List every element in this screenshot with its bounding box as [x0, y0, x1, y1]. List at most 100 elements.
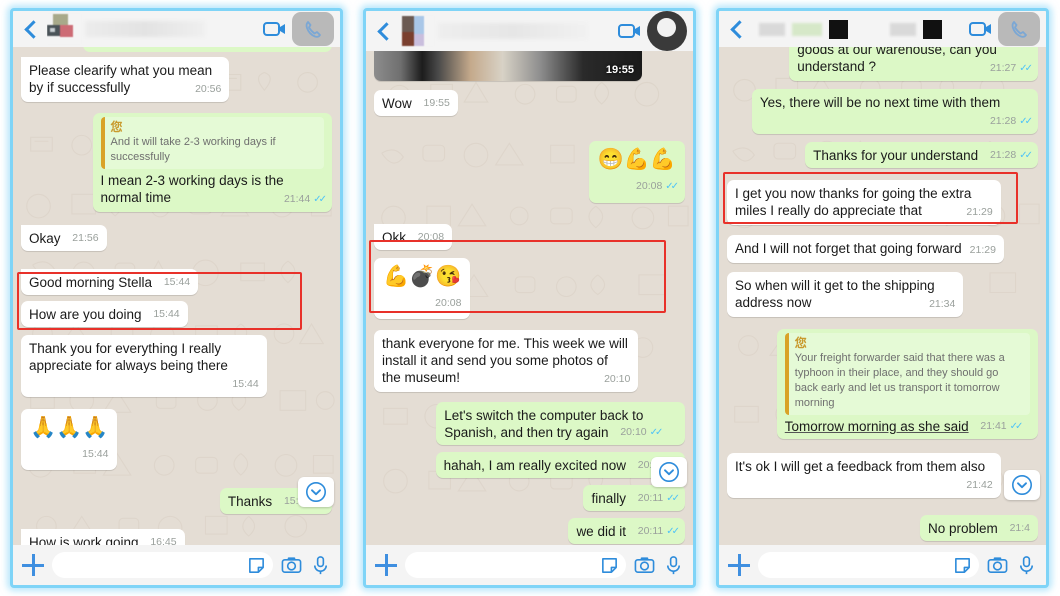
plus-icon[interactable]	[22, 554, 44, 576]
video-call-icon[interactable]	[617, 19, 643, 43]
message-bubble[interactable]: How is work going 16:45	[21, 529, 185, 545]
message-bubble[interactable]: hahah, I am really excited now 20:11 ✓✓	[435, 452, 685, 478]
message-row[interactable]: No problem 21:4	[727, 515, 1038, 541]
message-bubble[interactable]: we did it 20:11 ✓✓	[568, 518, 685, 544]
message-row-highlighted[interactable]: Thank you for everything I really apprec…	[21, 335, 332, 397]
message-bubble[interactable]: finally 20:11 ✓✓	[583, 485, 685, 511]
video-call-icon[interactable]	[262, 17, 288, 41]
photo-message[interactable]: 19:55	[374, 51, 642, 81]
back-chevron-icon[interactable]	[374, 20, 394, 42]
chat-body-1[interactable]: Please clearify what you mean by if succ…	[13, 47, 340, 545]
message-row[interactable]: It's ok I will get a feedback from them …	[727, 453, 1038, 498]
phone-screen-2: 19:55 Wow 19:55 😁💪💪 20:08 ✓✓ Okk 20:08 💪…	[363, 8, 696, 588]
message-bubble[interactable]: goods at our warehouse, can you understa…	[789, 47, 1038, 81]
message-row[interactable]: 🙏🙏🙏 15:44	[21, 409, 332, 470]
message-row[interactable]: Please clearify what you mean by if succ…	[21, 57, 332, 102]
chat-body-3[interactable]: goods at our warehouse, can you understa…	[719, 47, 1046, 545]
sticker-icon[interactable]	[600, 556, 619, 575]
chat-body-2[interactable]: 19:55 Wow 19:55 😁💪💪 20:08 ✓✓ Okk 20:08 💪…	[366, 51, 693, 545]
message-bubble[interactable]: Wow 19:55	[374, 90, 458, 116]
message-bubble[interactable]: Good morning Stella 15:44	[21, 269, 199, 295]
message-bubble-quoted[interactable]: 您 And it will take 2-3 working days if s…	[92, 113, 332, 212]
message-row[interactable]: How is work going 16:45	[21, 529, 332, 545]
header-actions-3	[968, 12, 1040, 46]
message-bubble-quoted[interactable]: 您 Your freight forwarder said that there…	[776, 329, 1038, 439]
video-call-icon[interactable]	[968, 17, 994, 41]
message-row[interactable]: we did it 20:11 ✓✓	[374, 518, 685, 544]
message-row[interactable]: Thanks 15:44 ✓✓	[21, 488, 332, 514]
quoted-reply[interactable]: 您 Your freight forwarder said that there…	[784, 333, 1030, 415]
message-bubble[interactable]: Let's switch the computer back to Spanis…	[436, 402, 685, 445]
message-row[interactable]: So when will it get to the shipping addr…	[727, 272, 1038, 317]
message-row[interactable]: finally 20:11 ✓✓	[374, 485, 685, 511]
read-receipt-icon: ✓✓	[666, 526, 680, 537]
message-row[interactable]: goods at our warehouse, can you understa…	[727, 47, 1038, 81]
message-bubble[interactable]: So when will it get to the shipping addr…	[727, 272, 964, 317]
camera-icon[interactable]	[634, 555, 655, 576]
message-bubble[interactable]: I get you now thanks for going the extra…	[727, 180, 1001, 225]
message-bubble[interactable]: Please clearify what you mean by if succ…	[21, 57, 230, 102]
message-text: And I will not forget that going forward	[735, 241, 962, 256]
microphone-icon[interactable]	[310, 555, 331, 576]
back-chevron-icon[interactable]	[727, 18, 747, 40]
message-row[interactable]: 😁💪💪 20:08 ✓✓	[374, 141, 685, 203]
message-row[interactable]: hahah, I am really excited now 20:11 ✓✓	[374, 452, 685, 478]
message-row[interactable]: Yes, there will be no next time with the…	[727, 89, 1038, 134]
phone-call-button[interactable]	[647, 11, 687, 51]
plus-icon[interactable]	[375, 554, 397, 576]
message-text: I mean 2-3 working days is the normal ti…	[100, 173, 284, 205]
message-row[interactable]: Okay 21:56	[21, 225, 332, 251]
message-bubble[interactable]: Thanks for your understand 21:28 ✓✓	[805, 142, 1038, 168]
message-row-highlighted[interactable]: thank everyone for me. This week we will…	[374, 330, 685, 392]
microphone-icon[interactable]	[663, 555, 684, 576]
scroll-to-bottom-button[interactable]	[1004, 470, 1040, 500]
scroll-to-bottom-button[interactable]	[298, 477, 334, 507]
sticker-icon[interactable]	[953, 556, 972, 575]
message-bubble[interactable]: And I will not forget that going forward…	[727, 235, 1004, 263]
quoted-reply[interactable]: 您 And it will take 2-3 working days if s…	[100, 117, 324, 169]
message-row[interactable]: 💪💣😘 20:08	[374, 258, 685, 319]
message-row[interactable]: 您 Your freight forwarder said that there…	[727, 329, 1038, 439]
message-bubble-emoji[interactable]: 🙏🙏🙏 15:44	[21, 409, 118, 470]
message-row[interactable]: And I will not forget that going forward…	[727, 235, 1038, 263]
message-row[interactable]: Good morning Stella 15:44	[21, 269, 332, 295]
phone-call-button[interactable]	[998, 12, 1040, 46]
scroll-to-bottom-button[interactable]	[651, 457, 687, 487]
message-bubble[interactable]: Thank you for everything I really apprec…	[21, 335, 267, 397]
microphone-icon[interactable]	[1016, 555, 1037, 576]
message-row[interactable]: 您 And it will take 2-3 working days if s…	[21, 113, 332, 212]
message-row[interactable]: How are you doing 15:44	[21, 301, 332, 327]
plus-icon[interactable]	[728, 554, 750, 576]
camera-icon[interactable]	[281, 555, 302, 576]
message-bubble[interactable]: Okay 21:56	[21, 225, 107, 251]
message-bubble[interactable]: It's ok I will get a feedback from them …	[727, 453, 1001, 498]
message-input[interactable]	[758, 552, 979, 578]
message-meta: 20:11 ✓✓	[638, 523, 680, 540]
camera-icon[interactable]	[987, 555, 1008, 576]
emoji-text: 😁💪💪	[597, 148, 676, 171]
message-row[interactable]: Wow 19:55	[374, 90, 685, 116]
message-bubble[interactable]: No problem 21:4	[920, 515, 1038, 541]
message-row-photo[interactable]: 19:55	[374, 51, 685, 81]
message-bubble[interactable]: Okk 20:08	[374, 224, 453, 250]
message-meta: 16:45	[150, 534, 176, 545]
contact-name-redacted	[792, 22, 822, 36]
message-meta: 15:44	[164, 274, 190, 291]
message-row[interactable]: Okk 20:08	[374, 224, 685, 250]
message-row-highlighted[interactable]: I get you now thanks for going the extra…	[727, 180, 1038, 225]
message-input[interactable]	[405, 552, 626, 578]
message-row[interactable]: Let's switch the computer back to Spanis…	[374, 402, 685, 445]
message-bubble[interactable]: Yes, there will be no next time with the…	[751, 89, 1038, 134]
message-input[interactable]	[52, 552, 273, 578]
contact-identity-3[interactable]	[753, 12, 968, 46]
contact-identity-1[interactable]	[47, 12, 262, 46]
sticker-icon[interactable]	[247, 556, 266, 575]
message-row[interactable]: Thanks for your understand 21:28 ✓✓	[727, 142, 1038, 168]
back-chevron-icon[interactable]	[21, 18, 41, 40]
contact-identity-2[interactable]	[400, 14, 617, 48]
phone-call-button[interactable]	[292, 12, 334, 46]
message-bubble[interactable]: How are you doing 15:44	[21, 301, 188, 327]
message-bubble-emoji[interactable]: 💪💣😘 20:08	[374, 258, 471, 319]
message-bubble-emoji[interactable]: 😁💪💪 20:08 ✓✓	[588, 141, 685, 203]
message-bubble[interactable]: thank everyone for me. This week we will…	[374, 330, 639, 392]
